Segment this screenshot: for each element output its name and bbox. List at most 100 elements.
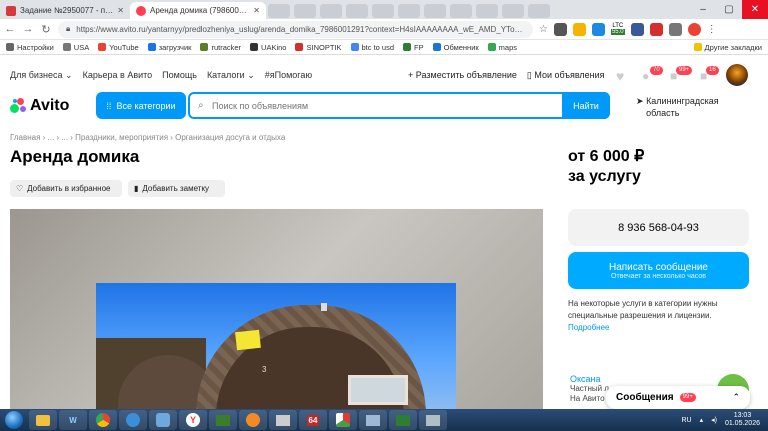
chevron-down-icon: ⌄: [247, 70, 255, 80]
post-ad-link[interactable]: + Разместить объявление: [408, 70, 517, 81]
messages-popup-button[interactable]: Сообщения 99+ ⌃: [606, 386, 750, 409]
bell-icon[interactable]: ●: [642, 69, 649, 83]
bookmark-item[interactable]: FP: [403, 43, 424, 52]
browser-tab-pinned[interactable]: [398, 4, 420, 18]
volume-icon[interactable]: ◂): [711, 416, 717, 424]
location-pin-icon: ➤: [636, 96, 644, 106]
taskbar: W Y 64 RU ▴ ◂) 13:03 01.05.2026: [0, 409, 768, 431]
profile-avatar[interactable]: [687, 22, 701, 36]
bookmark-other[interactable]: Другие закладки: [693, 43, 762, 52]
taskbar-aida64-icon[interactable]: 64: [299, 410, 327, 430]
browser-tab-pinned[interactable]: [476, 4, 498, 18]
bookmark-item[interactable]: Настройки: [6, 43, 54, 52]
browser-tabstrip: Задание №2950077 - просмотр з ✕ Аренда д…: [0, 0, 768, 19]
main-photo[interactable]: 3: [96, 283, 456, 409]
browser-tab-pinned[interactable]: [424, 4, 446, 18]
nav-career[interactable]: Карьера в Авито: [83, 70, 153, 81]
browser-tab-pinned[interactable]: [320, 4, 342, 18]
close-icon[interactable]: ✕: [253, 6, 260, 15]
extension-icon[interactable]: [572, 22, 586, 36]
taskbar-app-icon[interactable]: [419, 410, 447, 430]
bookmark-item[interactable]: UAKino: [250, 43, 286, 52]
location-selector[interactable]: ➤ Калининградская область: [636, 95, 719, 119]
minimize-icon[interactable]: –: [690, 0, 716, 19]
avito-logo[interactable]: Avito: [10, 97, 69, 115]
browser-tab-pinned[interactable]: [346, 4, 368, 18]
avito-logo-icon: [10, 98, 26, 114]
note-icon: ▮: [134, 184, 139, 193]
seller-info[interactable]: Оксана Частный л На Авито с: [570, 374, 611, 404]
extension-icon[interactable]: [649, 22, 663, 36]
breadcrumb[interactable]: Главная › ... › ... › Праздники, меропри…: [10, 133, 285, 142]
bookmark-item[interactable]: Обменник: [432, 43, 479, 52]
browser-tab-pinned[interactable]: [502, 4, 524, 18]
exchange-icon: [432, 43, 441, 51]
reload-icon[interactable]: ↻: [40, 23, 52, 36]
extension-icon[interactable]: [630, 22, 644, 36]
nav-business[interactable]: Для бизнеса ⌄: [10, 70, 73, 81]
heart-icon[interactable]: ♥: [616, 68, 624, 84]
forward-icon[interactable]: →: [22, 23, 34, 35]
browser-tab-pinned[interactable]: [528, 4, 550, 18]
start-button[interactable]: [0, 409, 28, 431]
taskbar-app-icon[interactable]: [149, 410, 177, 430]
bookmark-item[interactable]: загрузчик: [147, 43, 191, 52]
browser-tab-pinned[interactable]: [372, 4, 394, 18]
browser-tab-pinned[interactable]: [294, 4, 316, 18]
puzzle-extensions-icon[interactable]: [668, 22, 682, 36]
bookmark-item[interactable]: SINOPTIK: [295, 43, 342, 52]
ltc-extension-icon[interactable]: LTC 55.0: [610, 23, 625, 35]
bookmark-item[interactable]: btc to usd: [350, 43, 394, 52]
taskbar-app-icon[interactable]: [389, 410, 417, 430]
taskbar-app-icon[interactable]: W: [59, 410, 87, 430]
taskbar-app-icon[interactable]: [329, 410, 357, 430]
browser-tab-task[interactable]: Задание №2950077 - просмотр з ✕: [0, 2, 130, 19]
close-window-icon[interactable]: ✕: [742, 0, 768, 19]
taskbar-chrome-icon[interactable]: [89, 410, 117, 430]
extension-icon[interactable]: [553, 22, 567, 36]
close-icon[interactable]: ✕: [117, 6, 124, 15]
nav-help[interactable]: Помощь: [162, 70, 197, 81]
language-indicator[interactable]: RU: [681, 417, 691, 424]
bookmark-item[interactable]: YouTube: [98, 43, 139, 52]
search-button[interactable]: Найти: [562, 92, 610, 119]
more-link[interactable]: Подробнее: [568, 323, 610, 332]
avatar[interactable]: [726, 64, 748, 86]
nav-help-hashtag[interactable]: #яПомогаю: [265, 70, 312, 81]
taskbar-yandex-icon[interactable]: Y: [179, 410, 207, 430]
back-icon[interactable]: ←: [4, 23, 16, 35]
bookmarks-bar: Настройки USA YouTube загрузчик rutracke…: [0, 40, 768, 55]
cart-badge: 16: [706, 66, 719, 75]
browser-tab-pinned[interactable]: [268, 4, 290, 18]
bookmark-item[interactable]: rutracker: [200, 43, 241, 52]
add-favorite-button[interactable]: ♡ Добавить в избранное: [10, 180, 122, 197]
phone-button[interactable]: 8 936 568-04-93: [568, 209, 749, 246]
my-ads-link[interactable]: ▯ Мои объявления: [527, 70, 605, 81]
taskbar-app-icon[interactable]: [209, 410, 237, 430]
taskbar-explorer-icon[interactable]: [29, 410, 57, 430]
browser-tab-pinned[interactable]: [450, 4, 472, 18]
extension-icon[interactable]: [591, 22, 605, 36]
download-icon: [147, 43, 156, 51]
tray-arrow-icon[interactable]: ▴: [700, 416, 704, 424]
taskbar-app-icon[interactable]: [269, 410, 297, 430]
bookmark-item[interactable]: USA: [62, 43, 89, 52]
taskbar-media-icon[interactable]: [239, 410, 267, 430]
clock[interactable]: 13:03 01.05.2026: [725, 412, 760, 428]
menu-kebab-icon[interactable]: ⋮: [707, 24, 717, 35]
browser-tab-avito[interactable]: Аренда домика (7986001291) ✕: [130, 2, 266, 19]
add-note-button[interactable]: ▮ Добавить заметку: [128, 180, 225, 197]
search-input[interactable]: [190, 94, 562, 117]
bookmark-item[interactable]: maps: [487, 43, 517, 52]
bookmark-star-icon[interactable]: ☆: [539, 24, 548, 35]
photo-gallery[interactable]: 3: [10, 209, 543, 409]
maximize-icon[interactable]: ▢: [716, 0, 742, 19]
address-bar[interactable]: 🔒︎ https://www.avito.ru/yantarnyy/predlo…: [58, 20, 533, 38]
nav-catalogs[interactable]: Каталоги ⌄: [207, 70, 255, 81]
write-message-button[interactable]: Написать сообщение Отвечает за несколько…: [568, 252, 749, 289]
all-categories-button[interactable]: ⁞⁞ Все категории: [96, 92, 186, 119]
lock-icon: 🔒︎: [66, 24, 71, 33]
folder-icon: [62, 43, 71, 51]
taskbar-ie-icon[interactable]: [119, 410, 147, 430]
taskbar-app-icon[interactable]: [359, 410, 387, 430]
